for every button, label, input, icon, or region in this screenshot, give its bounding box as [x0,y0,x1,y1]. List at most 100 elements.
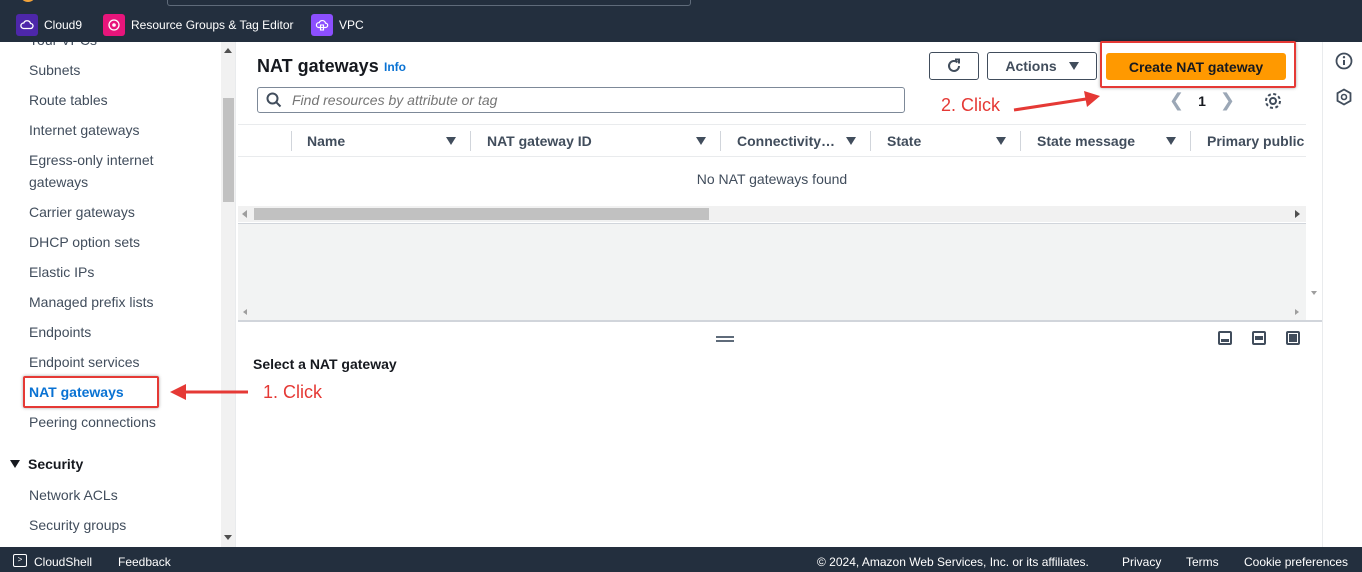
column-divider [291,131,292,151]
table-horizontal-scrollbar[interactable] [238,206,1306,222]
column-header-name[interactable]: Name [291,125,466,157]
column-divider [870,131,871,151]
column-header-nat-gateway-id[interactable]: NAT gateway ID [470,125,720,157]
filter-search[interactable] [257,87,905,113]
split-panel-divider [238,320,1322,322]
column-divider [1190,131,1191,151]
table-header: Name NAT gateway ID Connectivity… State [238,125,1306,157]
info-link[interactable]: Info [384,60,406,74]
refresh-button[interactable] [929,52,979,80]
refresh-icon [948,58,960,72]
pagination: ❮ 1 ❯ [1169,90,1235,111]
column-label: State [887,133,922,149]
copyright-text: © 2024, Amazon Web Services, Inc. or its… [817,555,1089,569]
cloudshell-link[interactable]: CloudShell [34,555,92,569]
chevron-right-icon[interactable]: ❯ [1220,90,1235,111]
hexagon-icon[interactable] [1335,88,1353,106]
vpc-icon [311,14,333,36]
page-title: NAT gateways [257,56,379,76]
sidebar-section-security[interactable]: Security [10,456,83,472]
scroll-down-icon[interactable] [1311,291,1317,295]
sidebar-item-egress-only-internet-gateways[interactable]: Egress-only internet [29,149,154,171]
scroll-left-icon[interactable] [242,210,247,218]
scroll-right-icon[interactable] [1295,210,1300,218]
sort-icon[interactable] [446,137,456,145]
annotation-highlight-nat-gateways [23,376,159,408]
scroll-left-icon[interactable] [243,309,247,315]
scroll-right-icon[interactable] [1295,309,1299,315]
actions-dropdown-button[interactable]: Actions [987,52,1097,80]
column-header-state-message[interactable]: State message [1020,125,1190,157]
sidebar-item-your-vpcs[interactable]: Your VPCs [29,42,97,51]
search-icon [266,92,282,108]
sidebar-navigation: Your VPCs Subnets Route tables Internet … [0,42,236,547]
scroll-down-icon[interactable] [224,535,232,540]
split-panel-full-icon[interactable] [1286,331,1300,345]
info-icon[interactable] [1335,52,1353,70]
sidebar-item-internet-gateways[interactable]: Internet gateways [29,119,140,141]
column-divider [470,131,471,151]
sidebar-section-label: Security [28,456,84,472]
actions-label: Actions [1005,58,1057,74]
favorite-label: Resource Groups & Tag Editor [131,18,294,32]
feedback-link[interactable]: Feedback [118,555,171,569]
split-panel-resize-handle[interactable] [716,336,734,342]
sidebar-item-endpoints[interactable]: Endpoints [29,321,91,343]
cloud9-icon [16,14,38,36]
cloudshell-icon[interactable]: > [13,554,27,567]
sidebar-item-route-tables[interactable]: Route tables [29,89,108,111]
sidebar-item-security-groups[interactable]: Security groups [29,514,126,536]
chevron-left-icon[interactable]: ❮ [1169,90,1184,111]
scrollbar-thumb[interactable] [223,98,234,202]
page-number[interactable]: 1 [1198,93,1206,109]
column-label: Name [307,133,346,149]
annotation-highlight-create-button [1100,41,1296,88]
split-panel-title: Select a NAT gateway [253,356,397,372]
terms-link[interactable]: Terms [1186,555,1219,569]
column-divider [1020,131,1021,151]
favorite-cloud9[interactable]: Cloud9 [16,13,82,37]
sidebar-item-dhcp-option-sets[interactable]: DHCP option sets [29,231,140,253]
favorite-resource-groups[interactable]: Resource Groups & Tag Editor [103,13,294,37]
sidebar-scrollbar[interactable] [221,42,235,547]
caret-down-icon [10,460,20,468]
favorite-label: Cloud9 [44,18,83,32]
split-panel-side-icon[interactable] [1252,331,1266,345]
cookie-preferences-link[interactable]: Cookie preferences [1244,555,1348,569]
column-label: NAT gateway ID [487,133,592,149]
sidebar-item-carrier-gateways[interactable]: Carrier gateways [29,201,135,223]
global-search-input[interactable] [167,0,691,6]
resource-groups-icon [103,14,125,36]
sidebar-item-egress-only-internet-gateways-line2[interactable]: gateways [29,171,88,193]
scrollbar-thumb[interactable] [254,208,709,220]
gear-icon[interactable] [1263,91,1283,111]
favorite-vpc[interactable]: VPC [311,13,364,37]
split-panel-bottom-icon[interactable] [1218,331,1232,345]
sort-icon[interactable] [696,137,706,145]
column-header-primary-public[interactable]: Primary public [1190,125,1306,157]
sort-icon[interactable] [996,137,1006,145]
sort-icon[interactable] [846,137,856,145]
sidebar-item-peering-connections[interactable]: Peering connections [29,411,156,433]
console-footer: > CloudShell Feedback © 2024, Amazon Web… [0,547,1362,572]
sidebar-item-managed-prefix-lists[interactable]: Managed prefix lists [29,291,154,313]
table-empty-area [238,224,1306,320]
empty-state-message: No NAT gateways found [696,171,848,187]
favorite-label: VPC [339,18,364,32]
scroll-up-icon[interactable] [224,48,232,53]
sidebar-item-elastic-ips[interactable]: Elastic IPs [29,261,94,283]
aws-logo[interactable] [20,0,36,2]
search-input[interactable] [292,92,852,108]
right-tools-rail [1322,42,1362,547]
column-header-connectivity[interactable]: Connectivity… [720,125,870,157]
sort-icon[interactable] [1166,137,1176,145]
annotation-step-2: 2. Click [941,95,1001,115]
column-label: State message [1037,133,1136,149]
sidebar-item-network-acls[interactable]: Network ACLs [29,484,118,506]
column-header-state[interactable]: State [870,125,1020,157]
top-navigation-bar: Cloud9 Resource Groups & Tag Editor VPC [0,0,1362,42]
main-content: NAT gateways Info Actions Create NAT gat… [237,42,1322,547]
sidebar-item-subnets[interactable]: Subnets [29,59,80,81]
sidebar-item-endpoint-services[interactable]: Endpoint services [29,351,140,373]
privacy-link[interactable]: Privacy [1122,555,1161,569]
